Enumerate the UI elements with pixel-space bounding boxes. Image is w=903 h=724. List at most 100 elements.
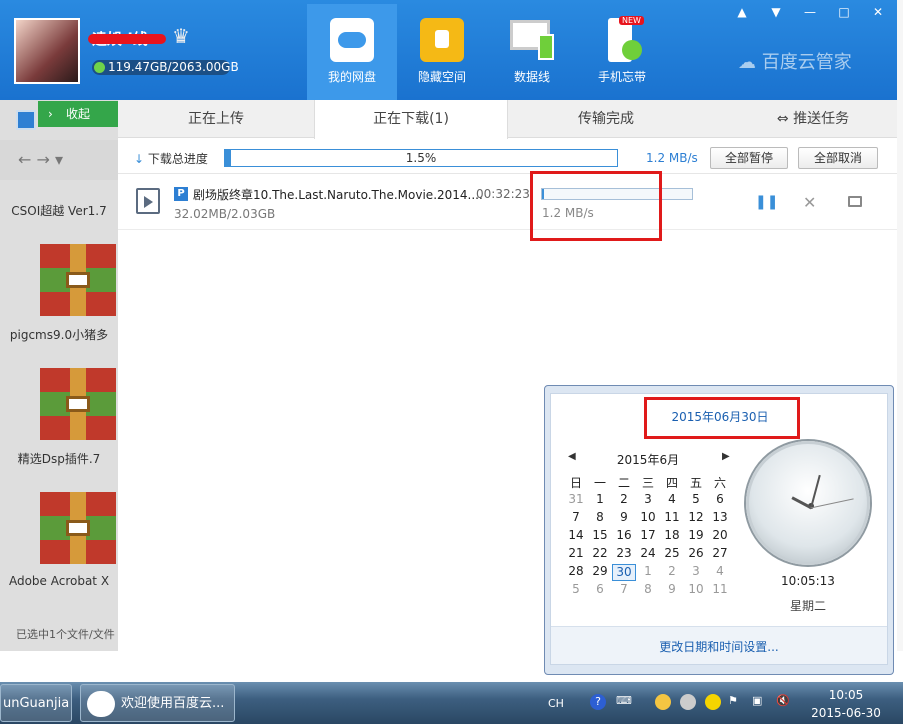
nav-my-disk[interactable]: 我的网盘	[307, 4, 397, 100]
calendar-day[interactable]: 9	[612, 510, 636, 527]
menu-button[interactable]: ▼	[759, 2, 793, 22]
calendar-day[interactable]: 4	[660, 492, 684, 509]
nav-hidden-space[interactable]: 隐藏空间	[397, 4, 487, 100]
calendar-day[interactable]: 17	[636, 528, 660, 545]
calendar-day[interactable]: 7	[564, 510, 588, 527]
avatar[interactable]	[14, 18, 80, 84]
calendar-day[interactable]: 11	[708, 582, 732, 599]
close-button[interactable]: ✕	[861, 2, 895, 22]
calendar-day[interactable]: 25	[660, 546, 684, 563]
calendar-day[interactable]: 27	[708, 546, 732, 563]
calendar-day[interactable]: 2	[612, 492, 636, 509]
taskbar-time[interactable]: 10:05	[806, 688, 886, 702]
minimize-button[interactable]: —	[793, 2, 827, 22]
calendar-day[interactable]: 9	[660, 582, 684, 599]
calendar-day[interactable]: 20	[708, 528, 732, 545]
clock-time: 10:05:13	[781, 574, 835, 588]
calendar-day[interactable]: 28	[564, 564, 588, 581]
tab-downloading[interactable]: 正在下载(1)	[314, 100, 508, 139]
calendar-day[interactable]: 1	[636, 564, 660, 581]
network-icon[interactable]: ▣	[752, 694, 762, 707]
tray-app-icon[interactable]	[655, 694, 671, 710]
tray-app-icon[interactable]	[680, 694, 696, 710]
dropdown-icon[interactable]: ▾	[55, 150, 63, 169]
collapse-button[interactable]: › 收起	[38, 101, 118, 127]
help-icon[interactable]: ?	[590, 694, 606, 710]
calendar-day[interactable]: 8	[636, 582, 660, 599]
calendar-day[interactable]: 24	[636, 546, 660, 563]
back-icon[interactable]: ←	[18, 150, 31, 169]
calendar-day[interactable]: 15	[588, 528, 612, 545]
file-label[interactable]: CSOI超越 Ver1.7	[0, 202, 118, 219]
cancel-all-button[interactable]: 全部取消	[798, 147, 878, 169]
calendar-day[interactable]: 3	[684, 564, 708, 581]
calendar-day[interactable]: 5	[564, 582, 588, 599]
calendar-day[interactable]: 13	[708, 510, 732, 527]
language-indicator[interactable]: CH	[548, 697, 564, 710]
calendar-day[interactable]: 21	[564, 546, 588, 563]
weekday-label: 六	[713, 476, 726, 490]
pause-all-button[interactable]: 全部暂停	[710, 147, 788, 169]
calendar-day[interactable]: 4	[708, 564, 732, 581]
calendar-day[interactable]: 23	[612, 546, 636, 563]
tab-push-tasks[interactable]: ⇔ 推送任务	[738, 100, 888, 138]
calendar-day[interactable]: 11	[660, 510, 684, 527]
calendar-month[interactable]: 2015年6月	[588, 451, 708, 468]
next-month-icon[interactable]: ▶	[722, 451, 730, 462]
file-label[interactable]: 精选Dsp插件.7	[0, 450, 118, 467]
calendar-day[interactable]: 31	[564, 492, 588, 509]
calendar-grid: 日一二三四五六 31 1 2 3 4 5 6 7 8 9 10 11 12 13 14 15 16 17 18 19 20…	[564, 474, 734, 600]
forward-icon[interactable]: →	[37, 150, 50, 169]
weekday-label: 五	[689, 476, 702, 490]
nav-phone-forgot[interactable]: 手机忘带 NEW	[577, 4, 667, 100]
calendar-day[interactable]: 10	[636, 510, 660, 527]
calendar-day[interactable]: 26	[684, 546, 708, 563]
date-title[interactable]: 2015年06月30日	[650, 408, 790, 425]
calendar-day[interactable]: 19	[684, 528, 708, 545]
calendar-day[interactable]: 8	[588, 510, 612, 527]
upload-icon[interactable]	[16, 110, 36, 130]
calendar-day[interactable]: 3	[636, 492, 660, 509]
nav-data-cable[interactable]: 数据线	[487, 4, 577, 100]
notification-button[interactable]: ▲	[725, 2, 759, 22]
calendar-day[interactable]: 16	[612, 528, 636, 545]
selection-status: 已选中1个文件/文件	[16, 628, 115, 641]
keyboard-icon[interactable]: ⌨	[616, 694, 632, 707]
archive-file-icon[interactable]	[40, 244, 116, 316]
change-datetime-link[interactable]: 更改日期和时间设置...	[551, 638, 887, 655]
calendar-day[interactable]: 14	[564, 528, 588, 545]
taskbar-date[interactable]: 2015-06-30	[806, 706, 886, 720]
archive-file-icon[interactable]	[40, 368, 116, 440]
file-label[interactable]: pigcms9.0小猪多	[0, 326, 118, 343]
cancel-icon[interactable]: ✕	[803, 193, 816, 212]
calendar-day[interactable]: 29	[588, 564, 612, 581]
calendar-day[interactable]: 22	[588, 546, 612, 563]
folder-icon[interactable]	[848, 196, 862, 207]
prev-month-icon[interactable]: ◀	[568, 451, 576, 462]
calendar-day[interactable]: 18	[660, 528, 684, 545]
calendar-day[interactable]: 1	[588, 492, 612, 509]
calendar-day[interactable]: 2	[660, 564, 684, 581]
file-label[interactable]: Adobe Acrobat X	[0, 574, 118, 588]
calendar-day[interactable]: 30	[612, 564, 636, 581]
nav-toolbar: ← → ▾	[0, 140, 118, 180]
shield-plus-icon[interactable]	[705, 694, 721, 710]
calendar-day[interactable]: 6	[708, 492, 732, 509]
archive-file-icon[interactable]	[40, 492, 116, 564]
taskbar-item-baidu-cloud[interactable]: 欢迎使用百度云...	[80, 684, 235, 722]
maximize-button[interactable]: □	[827, 2, 861, 22]
tab-completed[interactable]: 传输完成	[508, 100, 704, 138]
calendar-day[interactable]: 6	[588, 582, 612, 599]
flag-icon[interactable]: ⚑	[728, 694, 738, 707]
task-remaining-time: 00:32:23	[476, 187, 530, 201]
weekday-header-row: 日一二三四五六	[564, 474, 734, 491]
calendar-day[interactable]: 5	[684, 492, 708, 509]
calendar-day[interactable]: 7	[612, 582, 636, 599]
taskbar-item-guanjia[interactable]: unGuanjia	[0, 684, 72, 722]
tab-uploading[interactable]: 正在上传	[118, 100, 314, 138]
chevron-right-icon: ›	[48, 107, 53, 121]
pause-icon[interactable]: ❚❚	[755, 194, 778, 210]
calendar-day[interactable]: 10	[684, 582, 708, 599]
calendar-day[interactable]: 12	[684, 510, 708, 527]
volume-muted-icon[interactable]: 🔇	[776, 694, 790, 707]
